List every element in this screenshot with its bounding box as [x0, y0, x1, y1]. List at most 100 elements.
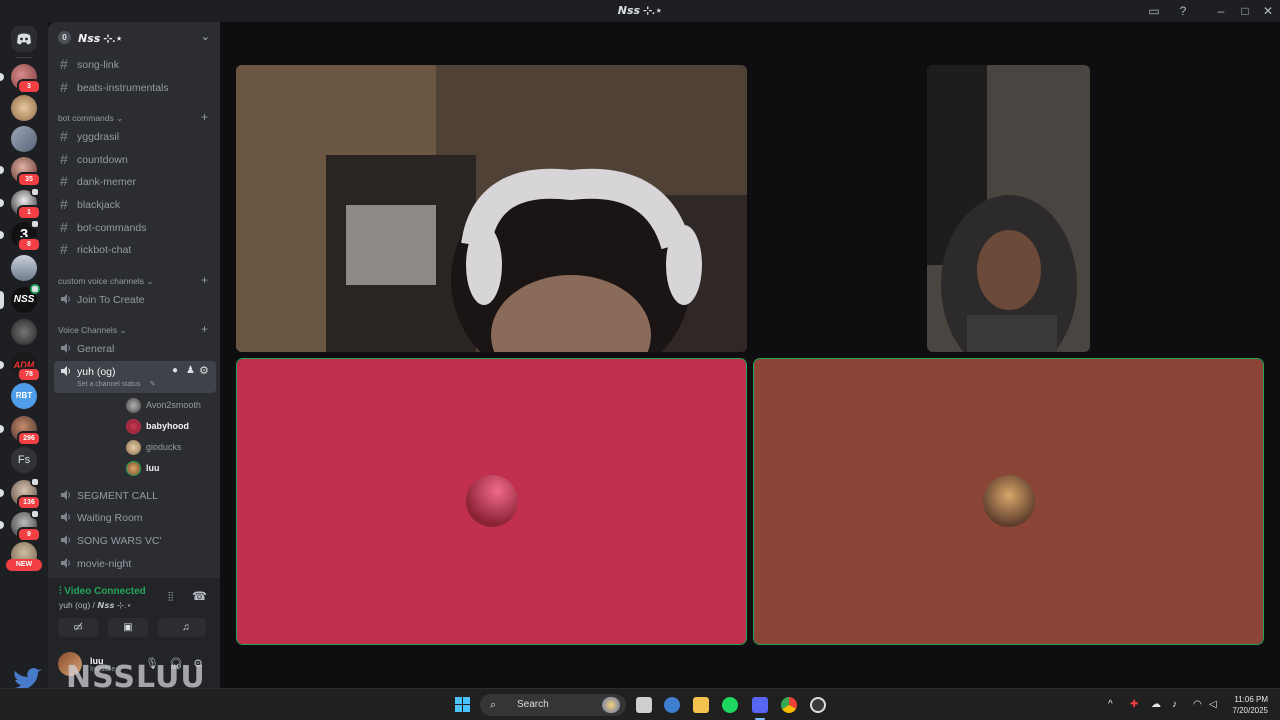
voice-channel-join-to-create[interactable]: Join To Create: [54, 289, 216, 310]
minimize-icon[interactable]: –: [1214, 4, 1228, 18]
server-icon-adm[interactable]: ADM 78: [0, 352, 41, 382]
camera-feed-2: [927, 65, 1090, 352]
search-icon: ⌕: [490, 699, 497, 711]
speaker-icon: [61, 366, 70, 376]
participant-tile-babyhood[interactable]: [236, 358, 747, 645]
settings-app-icon[interactable]: [664, 697, 680, 713]
participant-avatar: [983, 475, 1035, 527]
help-icon[interactable]: ?: [1176, 4, 1190, 18]
discord-home-icon[interactable]: [11, 26, 37, 52]
participant-tile-luu[interactable]: [753, 358, 1264, 645]
channel-sidebar: 0 𝙉𝙨𝙨 ⊹.⋆ ⌄ # song-link # beats-instrument…: [48, 22, 258, 688]
server-rail: 3 35 1 38 NSS ADM 78 RBT 296 Fs 136 9 NEW: [0, 22, 48, 688]
server-icon-nss[interactable]: NSS: [0, 284, 40, 313]
server-icon-6[interactable]: 38: [0, 219, 41, 252]
speaker-icon: [61, 490, 70, 500]
close-icon[interactable]: ✕: [1261, 4, 1275, 18]
add-channel-icon[interactable]: +: [201, 273, 208, 287]
hash-icon: #: [60, 173, 68, 189]
server-icon-2[interactable]: [11, 95, 37, 121]
volume-icon[interactable]: ◁: [1209, 699, 1217, 710]
channel-status-placeholder[interactable]: Set a channel status: [77, 381, 140, 388]
server-icon-rbt[interactable]: RBT: [11, 383, 37, 409]
voice-status[interactable]: ⫶ Video Connected: [59, 586, 146, 597]
wifi-icon[interactable]: ◠: [1193, 699, 1202, 710]
discord-taskbar-icon[interactable]: [752, 697, 768, 713]
tray-app-icon[interactable]: ✚: [1130, 699, 1138, 710]
add-channel-icon[interactable]: +: [201, 322, 208, 336]
channel-countdown[interactable]: # countdown: [54, 149, 216, 170]
title-bar: 𝙉𝙨𝙨 ⊹.⋆ ▭ ? – □ ✕: [0, 0, 1280, 22]
server-icon-3[interactable]: [11, 126, 37, 152]
task-view-icon[interactable]: [636, 697, 652, 713]
server-icon-7[interactable]: [11, 255, 37, 281]
voice-channel-waiting-room[interactable]: Waiting Room: [54, 507, 216, 528]
hash-icon: #: [60, 196, 68, 212]
video-tile-camera-1[interactable]: [236, 65, 747, 352]
search-highlight-icon: [602, 697, 620, 713]
settings-gear-icon[interactable]: ⚙: [199, 364, 209, 377]
hash-icon: #: [60, 151, 68, 167]
app-icon[interactable]: [810, 697, 826, 713]
server-icon-14[interactable]: 136: [0, 477, 41, 510]
rail-divider: [16, 57, 32, 58]
hash-icon: #: [60, 79, 68, 95]
spotify-icon[interactable]: [722, 697, 738, 713]
speaker-icon: [61, 343, 70, 353]
chevron-down-icon[interactable]: ⌄: [201, 30, 210, 43]
server-icon-12[interactable]: 296: [0, 416, 41, 446]
hash-icon: #: [60, 219, 68, 235]
add-channel-icon[interactable]: +: [201, 110, 208, 124]
channel-beats-instrumentals[interactable]: # beats-instrumentals: [54, 77, 216, 98]
video-stage: [220, 22, 1280, 688]
video-tile-camera-2[interactable]: [927, 65, 1090, 352]
server-icon-5[interactable]: 1: [0, 187, 41, 220]
participant-avatar: [466, 475, 518, 527]
voice-location[interactable]: yuh (og) / 𝙉𝙨𝙨 ⊹.⋆: [59, 600, 132, 611]
windows-start-icon[interactable]: [455, 697, 471, 713]
disconnect-icon[interactable]: ☎: [192, 589, 207, 603]
channel-rickbot-chat[interactable]: # rickbot-chat: [54, 239, 216, 260]
voice-channel-general[interactable]: General: [54, 338, 216, 359]
speaker-icon: [61, 294, 70, 304]
invite-icon[interactable]: ♟: [186, 365, 195, 376]
soundboard-button[interactable]: ♫: [166, 618, 206, 637]
server-header[interactable]: 0 𝙉𝙨𝙨 ⊹.⋆ ⌄: [48, 22, 220, 54]
avatar: [126, 461, 141, 476]
channel-blackjack[interactable]: # blackjack: [54, 194, 216, 215]
voice-channel-song-wars[interactable]: SONG WARS VC': [54, 530, 216, 551]
server-name: 𝙉𝙨𝙨 ⊹.⋆: [78, 33, 123, 45]
avatar: [126, 419, 141, 434]
tray-microphone-icon[interactable]: ♪: [1172, 699, 1177, 710]
channel-bot-commands[interactable]: # bot-commands: [54, 217, 216, 238]
server-icon-4[interactable]: 35: [0, 157, 41, 187]
hash-icon: #: [60, 56, 68, 72]
category-custom-voice[interactable]: custom voice channels ⌄: [58, 276, 153, 287]
category-bot-commands[interactable]: bot commands ⌄: [58, 113, 123, 124]
channel-song-link[interactable]: # song-link: [54, 54, 216, 75]
voice-channel-movie-night[interactable]: movie-night: [54, 553, 216, 574]
taskbar-search[interactable]: ⌕ Search: [480, 694, 626, 716]
maximize-icon[interactable]: □: [1238, 4, 1252, 18]
taskbar-clock[interactable]: 11:06 PM 7/20/2025: [1232, 694, 1268, 716]
voice-channel-segment-call[interactable]: SEGMENT CALL: [54, 485, 216, 506]
channel-yggdrasil[interactable]: # yggdrasil: [54, 126, 216, 147]
channel-dank-memer[interactable]: # dank-memer: [54, 171, 216, 192]
onedrive-icon[interactable]: ☁: [1151, 699, 1161, 710]
tray-overflow-icon[interactable]: ^: [1108, 699, 1113, 710]
server-icon-1[interactable]: 3: [0, 64, 41, 94]
voice-channel-yuh-og[interactable]: yuh (og) Set a channel status ✎ ● ♟ ⚙: [54, 361, 216, 393]
noise-suppression-icon[interactable]: ⦙⦙: [168, 590, 173, 605]
screen-share-button[interactable]: ▣: [108, 618, 148, 637]
camera-off-button[interactable]: ▭̸: [58, 618, 98, 637]
server-icon-15[interactable]: 9: [0, 509, 41, 542]
category-voice-channels[interactable]: Voice Channels ⌄: [58, 325, 127, 336]
server-icon-fs[interactable]: Fs: [11, 447, 37, 473]
camera-feed-1: [236, 65, 747, 352]
file-explorer-icon[interactable]: [693, 697, 709, 713]
windows-taskbar: ⌕ Search ^ ✚ ☁ ♪ ◠ ◁ 11:06 PM 7/20/2025: [0, 688, 1280, 720]
server-icon-9[interactable]: [11, 319, 37, 345]
chat-icon[interactable]: ●: [172, 365, 178, 376]
inbox-icon[interactable]: ▭: [1147, 4, 1161, 18]
chrome-icon[interactable]: [781, 697, 797, 713]
